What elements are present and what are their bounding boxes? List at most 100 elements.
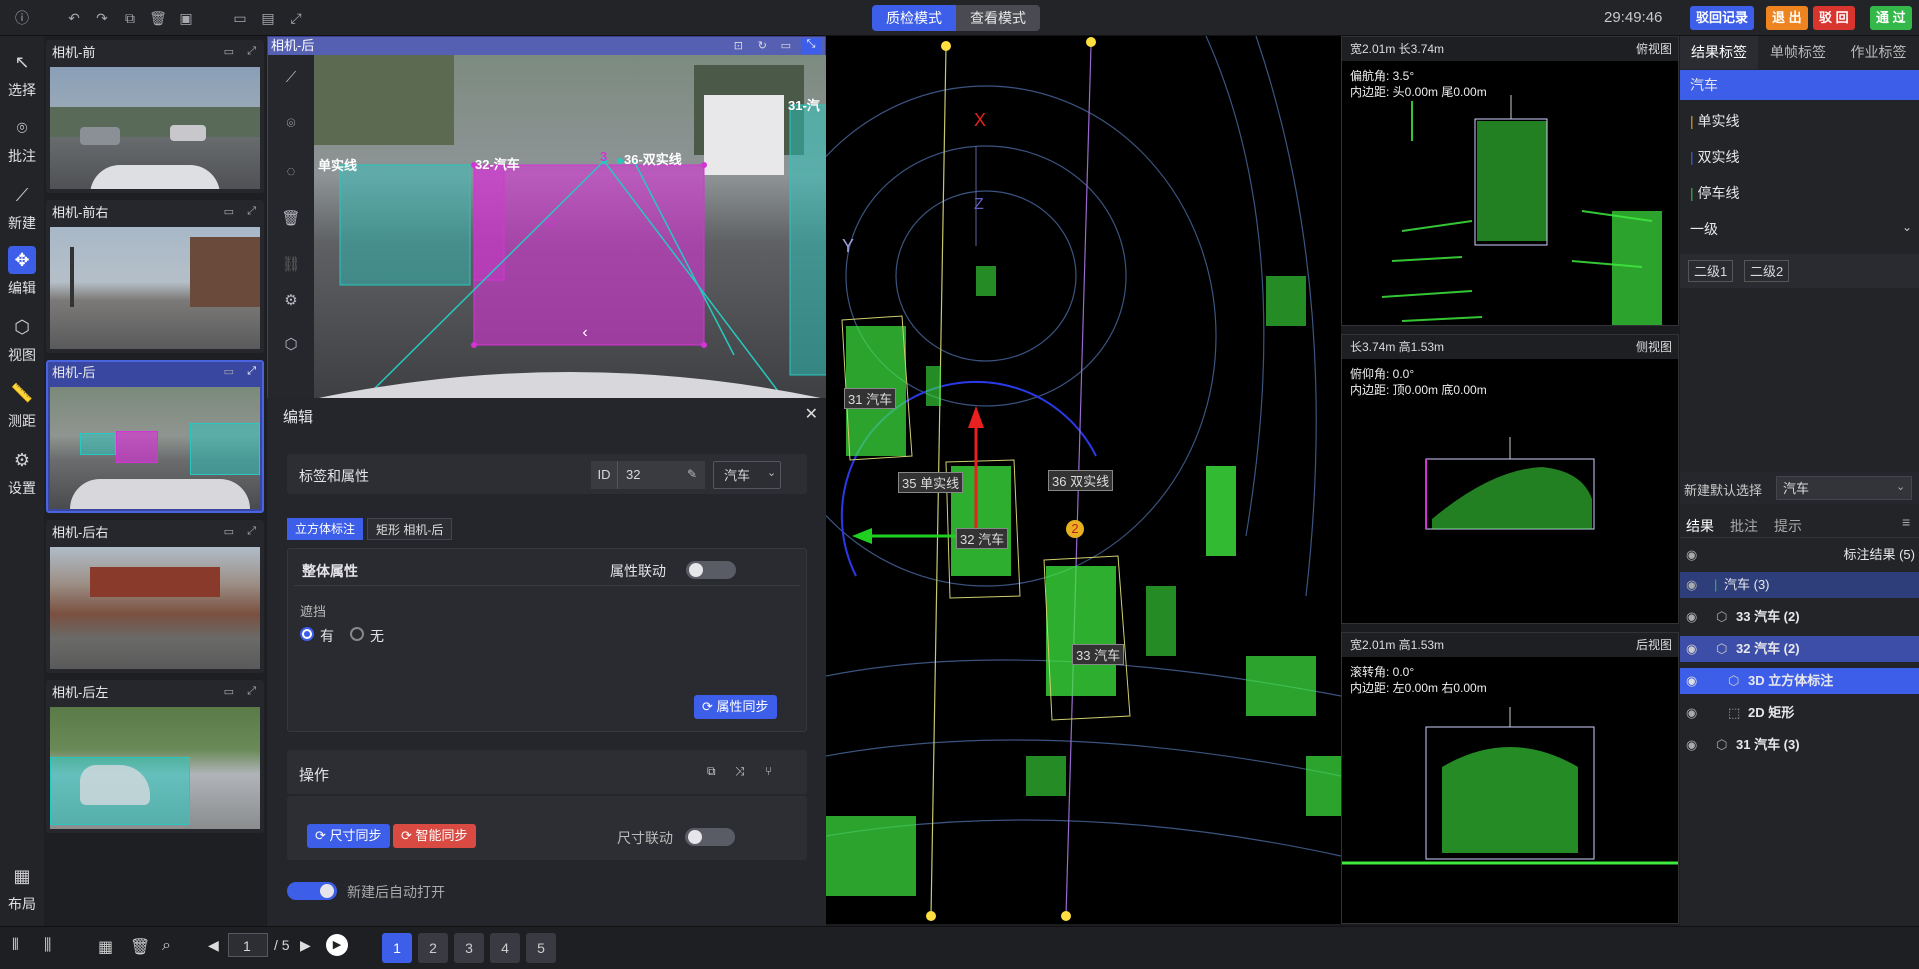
tree-row-car-31[interactable]: ◉ ⬡ 31 汽车 (3) bbox=[1680, 732, 1919, 758]
video-icon[interactable]: ▭ bbox=[224, 45, 234, 58]
tab-hints[interactable]: 提示 bbox=[1774, 516, 1802, 536]
tool-layout[interactable]: ▦ 布局 bbox=[0, 854, 44, 916]
default-select-input[interactable]: 汽车 bbox=[1776, 476, 1912, 500]
tab-results[interactable]: 结果 bbox=[1686, 516, 1714, 536]
tab-frame-labels[interactable]: 单帧标签 bbox=[1758, 36, 1838, 69]
chart-icon[interactable]: ⫴ bbox=[12, 937, 19, 955]
qc-mode-tab[interactable]: 质检模式 bbox=[872, 5, 956, 31]
expand-icon[interactable]: ⤢ bbox=[247, 685, 256, 698]
polyline-icon[interactable]: ⟋ bbox=[281, 69, 301, 89]
occlusion-yes-radio[interactable] bbox=[300, 627, 314, 641]
camera-thumb-rear-right[interactable]: 相机-后右 ▭ ⤢ bbox=[46, 520, 264, 673]
camera-thumb-front[interactable]: 相机-前 ▭ ⤢ bbox=[46, 40, 264, 193]
page-4[interactable]: 4 bbox=[490, 933, 520, 963]
expand-icon[interactable]: ⤢ bbox=[247, 205, 256, 218]
prev-frame-icon[interactable]: ◀ bbox=[208, 937, 219, 954]
tab-rect-rear[interactable]: 矩形 相机-后 bbox=[367, 518, 453, 540]
branch-icon[interactable]: ⑂ bbox=[765, 764, 772, 778]
pencil-icon[interactable]: ✎ bbox=[687, 467, 697, 481]
video-icon[interactable]: ▭ bbox=[224, 365, 234, 378]
label-stop-line[interactable]: | 停车线 bbox=[1680, 178, 1919, 208]
annotate-icon[interactable]: ⌾ bbox=[281, 115, 301, 135]
tool-annotate[interactable]: ⌾ 批注 bbox=[0, 106, 44, 168]
chevron-down-icon[interactable]: ⌄ bbox=[1902, 220, 1912, 234]
trash-icon[interactable]: 🗑 bbox=[148, 8, 168, 28]
auto-open-toggle[interactable] bbox=[287, 882, 337, 900]
tab-job-labels[interactable]: 作业标签 bbox=[1838, 36, 1919, 69]
page-5[interactable]: 5 bbox=[526, 933, 556, 963]
reject-button[interactable]: 驳 回 bbox=[1813, 6, 1855, 30]
link-icon[interactable]: ⛓ bbox=[281, 255, 301, 275]
frame-input[interactable]: 1 bbox=[228, 933, 268, 957]
trash-icon[interactable]: 🗑 bbox=[130, 937, 150, 957]
trash-icon[interactable]: 🗑 bbox=[281, 209, 301, 229]
eye-icon[interactable]: ◉ bbox=[1686, 604, 1697, 630]
point-marker[interactable]: 2 bbox=[1066, 520, 1084, 538]
tool-edit[interactable]: ✥ 编辑 bbox=[0, 238, 44, 300]
tool-measure[interactable]: 📏 测距 bbox=[0, 371, 44, 433]
camera-thumb-rear-left[interactable]: 相机-后左 ▭ ⤢ bbox=[46, 680, 264, 833]
attr-link-toggle[interactable] bbox=[686, 561, 736, 579]
next-frame-icon[interactable]: ▶ bbox=[300, 937, 311, 954]
tool-settings[interactable]: ⚙ 设置 bbox=[0, 438, 44, 500]
expand-icon[interactable]: ⤢ bbox=[247, 525, 256, 538]
redo-icon[interactable]: ↷ bbox=[92, 8, 112, 28]
tab-result-labels[interactable]: 结果标签 bbox=[1680, 36, 1758, 69]
camera-thumb-front-right[interactable]: 相机-前右 ▭ ⤢ bbox=[46, 200, 264, 353]
prev-image-arrow[interactable]: ‹ bbox=[573, 317, 597, 349]
tab-cuboid[interactable]: 立方体标注 bbox=[287, 518, 364, 540]
page-3[interactable]: 3 bbox=[454, 933, 484, 963]
copy-icon[interactable]: ⧉ bbox=[707, 764, 716, 779]
eye-icon[interactable]: ◉ bbox=[1686, 542, 1697, 568]
refresh-icon[interactable]: ↻ bbox=[758, 39, 767, 52]
tool-new[interactable]: ⟋ 新建 bbox=[0, 173, 44, 235]
screenshot-icon[interactable]: ⊡ bbox=[734, 39, 743, 52]
info-icon[interactable]: ⓘ bbox=[12, 8, 32, 28]
pass-button[interactable]: 通 过 bbox=[1870, 6, 1912, 30]
tool-select[interactable]: ↖ 选择 bbox=[0, 40, 44, 102]
lidar-box-36[interactable]: 36 双实线 bbox=[1048, 470, 1114, 491]
lidar-box-32[interactable]: 32 汽车 bbox=[956, 528, 1009, 549]
page-1[interactable]: 1 bbox=[382, 933, 412, 963]
copy-icon[interactable]: ⧉ bbox=[120, 8, 140, 28]
video-icon[interactable]: ▭ bbox=[224, 205, 234, 218]
shuffle-icon[interactable]: ⤨ bbox=[735, 764, 745, 779]
lasso-icon[interactable]: ◌ bbox=[281, 163, 301, 183]
tree-row-car-32[interactable]: ◉ ⬡ 32 汽车 (2) bbox=[1680, 636, 1919, 662]
lidar-box-31[interactable]: 31 汽车 bbox=[844, 388, 897, 409]
grid-icon[interactable]: ▦ bbox=[98, 937, 113, 957]
occlusion-no-radio[interactable] bbox=[350, 627, 364, 641]
label-car[interactable]: 汽车 bbox=[1680, 70, 1919, 100]
expand-icon[interactable]: ⤢ bbox=[247, 45, 256, 58]
exit-button[interactable]: 退 出 bbox=[1766, 6, 1808, 30]
label-double-line[interactable]: | 双实线 bbox=[1680, 142, 1919, 172]
smart-sync-button[interactable]: ⟳ 智能同步 bbox=[393, 824, 476, 848]
gear-icon[interactable]: ⚙ bbox=[281, 291, 301, 311]
video-icon[interactable]: ▭ bbox=[224, 685, 234, 698]
comment-icon[interactable]: ▭ bbox=[230, 8, 250, 28]
tree-row-cuboid[interactable]: ◉ ⬡ 3D 立方体标注 bbox=[1680, 668, 1919, 694]
camera-thumb-rear[interactable]: 相机-后 ▭ ⤢ bbox=[46, 360, 264, 513]
bars-icon[interactable]: ⫼ bbox=[44, 937, 51, 955]
level2-tag-1[interactable]: 二级1 bbox=[1688, 260, 1734, 282]
tree-row-rect[interactable]: ◉ ⬚ 2D 矩形 bbox=[1680, 700, 1919, 726]
tab-comments[interactable]: 批注 bbox=[1730, 516, 1758, 536]
eye-icon[interactable]: ◉ bbox=[1686, 700, 1697, 726]
collapse-icon[interactable]: ⤡ bbox=[801, 38, 821, 54]
attr-sync-button[interactable]: ⟳ 属性同步 bbox=[694, 695, 777, 719]
document-icon[interactable]: ▤ bbox=[258, 8, 278, 28]
page-2[interactable]: 2 bbox=[418, 933, 448, 963]
reject-record-button[interactable]: 驳回记录 bbox=[1690, 6, 1755, 30]
video-icon[interactable]: ▭ bbox=[224, 525, 234, 538]
menu-icon[interactable]: ≡ bbox=[1902, 514, 1910, 530]
lidar-box-33[interactable]: 33 汽车 bbox=[1072, 644, 1125, 665]
tree-row-car-group[interactable]: ◉ | 汽车 (3) bbox=[1680, 572, 1919, 598]
cube-icon[interactable]: ⬡ bbox=[281, 335, 301, 355]
undo-icon[interactable]: ↶ bbox=[64, 8, 84, 28]
label-single-line[interactable]: | 单实线 bbox=[1680, 106, 1919, 136]
view-mode-tab[interactable]: 查看模式 bbox=[956, 5, 1040, 31]
level1-group[interactable]: 一级 bbox=[1680, 214, 1919, 244]
save-icon[interactable]: ▣ bbox=[176, 8, 196, 28]
video-icon[interactable]: ▭ bbox=[781, 39, 791, 52]
size-sync-button[interactable]: ⟳ 尺寸同步 bbox=[307, 824, 390, 848]
